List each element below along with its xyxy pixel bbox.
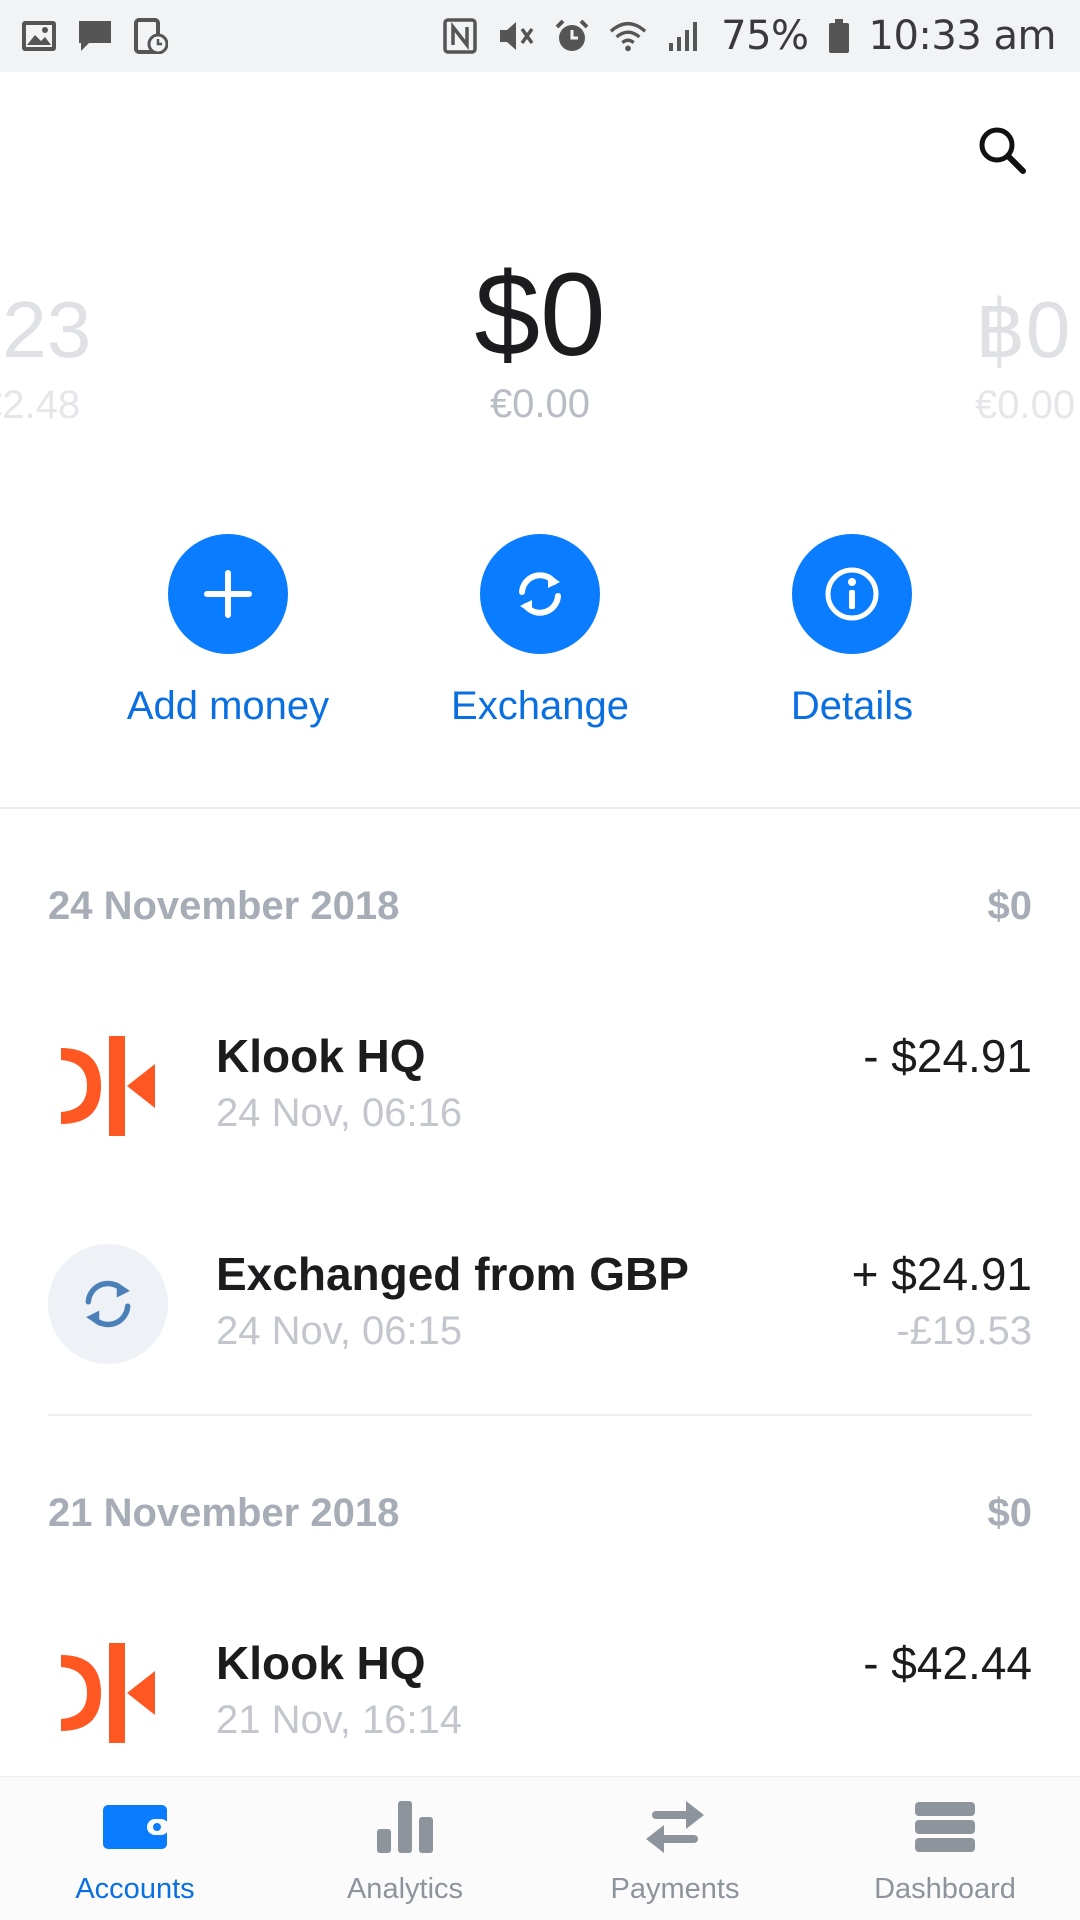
battery-percentage: 75% bbox=[721, 13, 809, 59]
transaction-time: 21 Nov, 16:14 bbox=[216, 1698, 463, 1742]
group-total: $0 bbox=[987, 1491, 1033, 1535]
transaction-time: 24 Nov, 06:15 bbox=[216, 1309, 463, 1353]
wifi-icon bbox=[609, 17, 647, 55]
nav-analytics[interactable]: Analytics bbox=[270, 1777, 540, 1920]
transaction-amount: - $42.44 bbox=[863, 1637, 1032, 1689]
screen-time-icon bbox=[132, 17, 170, 55]
transfer-arrows-icon[interactable] bbox=[640, 1797, 710, 1857]
transaction-row[interactable]: Exchanged from GBP 24 Nov, 06:15 + $24.9… bbox=[0, 1239, 1080, 1369]
balance-converted: €0.00 bbox=[975, 383, 1076, 427]
transaction-source-amount: -£19.53 bbox=[896, 1309, 1032, 1353]
bar-chart-icon[interactable] bbox=[370, 1797, 440, 1857]
transaction-row[interactable]: Klook HQ 21 Nov, 16:14 - $42.44 bbox=[0, 1628, 1080, 1758]
wallet-icon[interactable] bbox=[100, 1797, 170, 1857]
transaction-row[interactable]: Klook HQ 24 Nov, 06:16 - $24.91 bbox=[0, 1021, 1080, 1151]
section-divider bbox=[0, 807, 1080, 809]
vibrate-icon bbox=[497, 17, 535, 55]
add-money-button[interactable]: Add money bbox=[98, 534, 358, 729]
group-divider bbox=[48, 1414, 1032, 1416]
bottom-navigation: Accounts Analytics Payments Dashboard bbox=[0, 1776, 1080, 1920]
alarm-icon bbox=[553, 17, 591, 55]
details-label[interactable]: Details bbox=[722, 684, 982, 729]
message-icon bbox=[76, 17, 114, 55]
nav-analytics-label[interactable]: Analytics bbox=[347, 1873, 463, 1906]
action-buttons: Add money Exchange Details bbox=[0, 534, 1080, 734]
transaction-amount: - $24.91 bbox=[863, 1030, 1032, 1082]
group-date: 24 November 2018 bbox=[48, 884, 400, 928]
search-button[interactable] bbox=[972, 122, 1032, 182]
nav-dashboard[interactable]: Dashboard bbox=[810, 1777, 1080, 1920]
nav-payments[interactable]: Payments bbox=[540, 1777, 810, 1920]
transaction-time: 24 Nov, 06:16 bbox=[216, 1091, 463, 1135]
nav-dashboard-label[interactable]: Dashboard bbox=[874, 1873, 1016, 1906]
info-icon[interactable] bbox=[792, 534, 912, 654]
balance-carousel[interactable]: .23 €2.48 $0 €0.00 ฿0 €0.00 bbox=[0, 250, 1080, 440]
exchange-button[interactable]: Exchange bbox=[410, 534, 670, 729]
date-group-header: 21 November 2018 $0 bbox=[48, 1491, 1032, 1536]
exchange-icon bbox=[48, 1244, 168, 1364]
status-bar-right: 75% 10:33 am bbox=[441, 13, 1057, 59]
cards-stack-icon[interactable] bbox=[910, 1797, 980, 1857]
balance-converted: €0.00 bbox=[489, 382, 591, 426]
group-date: 21 November 2018 bbox=[48, 1491, 400, 1535]
balance-amount: ฿0 bbox=[975, 285, 1071, 374]
transaction-title: Klook HQ bbox=[216, 1637, 426, 1689]
transaction-title: Exchanged from GBP bbox=[216, 1248, 689, 1300]
add-money-label[interactable]: Add money bbox=[98, 684, 358, 729]
battery-icon bbox=[827, 17, 851, 55]
plus-icon[interactable] bbox=[168, 534, 288, 654]
balance-card-next[interactable]: ฿0 €0.00 bbox=[975, 285, 1075, 428]
exchange-label[interactable]: Exchange bbox=[410, 684, 670, 729]
nav-accounts-label[interactable]: Accounts bbox=[75, 1873, 194, 1906]
balance-amount: $0 bbox=[474, 250, 606, 381]
gallery-icon bbox=[20, 17, 58, 55]
status-time: 10:33 am bbox=[868, 13, 1057, 59]
nfc-icon bbox=[441, 17, 479, 55]
transaction-title: Klook HQ bbox=[216, 1030, 426, 1082]
klook-logo bbox=[48, 1026, 168, 1146]
details-button[interactable]: Details bbox=[722, 534, 982, 729]
transaction-amount: + $24.91 bbox=[851, 1248, 1032, 1300]
status-bar: 75% 10:33 am bbox=[0, 0, 1080, 72]
status-bar-left bbox=[20, 17, 170, 55]
klook-logo bbox=[48, 1633, 168, 1753]
signal-icon bbox=[665, 17, 703, 55]
exchange-icon[interactable] bbox=[480, 534, 600, 654]
date-group-header: 24 November 2018 $0 bbox=[48, 884, 1032, 929]
group-total: $0 bbox=[987, 884, 1033, 928]
balance-card-current: $0 €0.00 bbox=[0, 250, 1080, 427]
search-icon bbox=[976, 124, 1028, 181]
nav-accounts[interactable]: Accounts bbox=[0, 1777, 270, 1920]
nav-payments-label[interactable]: Payments bbox=[611, 1873, 740, 1906]
